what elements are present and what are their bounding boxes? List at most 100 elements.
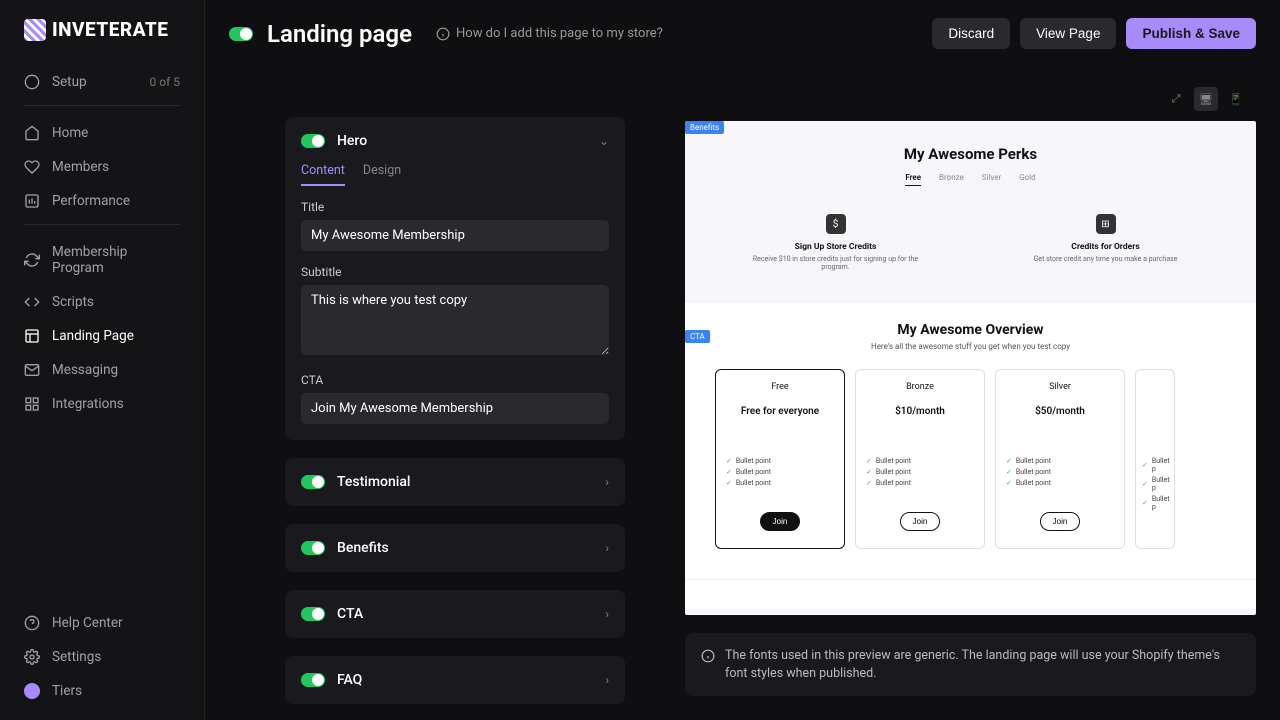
tier-card-free: Free Free for everyone Bullet point Bull… (715, 369, 845, 549)
nav-label: Setup (52, 74, 87, 90)
nav-label: Landing Page (52, 328, 134, 344)
nav-help-center[interactable]: Help Center (12, 606, 192, 640)
nav-tiers[interactable]: Tiers (12, 674, 192, 708)
nav: Setup 0 of 5 Home Members Performance Me… (12, 65, 192, 606)
chevron-down-icon[interactable]: ⌄ (599, 134, 609, 148)
title-input[interactable] (301, 220, 609, 251)
nav-label: Membership Program (52, 244, 180, 276)
editor-column: Hero ⌄ Content Design Title Subtitle Thi… (285, 67, 625, 696)
discard-button[interactable]: Discard (932, 18, 1010, 49)
gear-icon (24, 649, 40, 665)
view-page-button[interactable]: View Page (1020, 18, 1116, 49)
panel-testimonial[interactable]: Testimonial › (285, 458, 625, 506)
benefit-card: ⊞ Credits for Orders Get store credit an… (1021, 214, 1191, 271)
bullet: Bullet point (726, 479, 834, 487)
panel-faq[interactable]: FAQ › (285, 656, 625, 704)
cta-tag: CTA (685, 330, 710, 343)
mobile-view-button[interactable]: 📱 (1224, 87, 1248, 111)
nav-label: Integrations (52, 396, 124, 412)
tier-price: $50/month (1006, 406, 1114, 417)
cta-toggle[interactable] (301, 607, 325, 621)
panel-title: FAQ (337, 672, 362, 688)
title-label: Title (301, 200, 609, 214)
chevron-right-icon[interactable]: › (605, 673, 609, 687)
benefit-tab-bronze[interactable]: Bronze (939, 173, 964, 186)
bullet: Bullet point (866, 457, 974, 465)
preview-toolbar: ⤢ 🖥 📱 (685, 87, 1256, 121)
home-icon (24, 125, 40, 141)
publish-save-button[interactable]: Publish & Save (1126, 18, 1256, 49)
nav-home[interactable]: Home (12, 116, 192, 150)
nav-setup[interactable]: Setup 0 of 5 (12, 65, 192, 99)
nav-label: Performance (52, 193, 130, 209)
cta-title: My Awesome Overview (709, 322, 1232, 338)
nav-label: Members (52, 159, 109, 175)
cta-input[interactable] (301, 393, 609, 424)
panel-header[interactable]: Hero ⌄ (301, 133, 609, 149)
nav-settings[interactable]: Settings (12, 640, 192, 674)
benefit-card-title: Credits for Orders (1021, 242, 1191, 252)
faq-toggle[interactable] (301, 673, 325, 687)
info-icon (436, 27, 450, 41)
circle-icon (24, 74, 40, 90)
page-title: Landing page (267, 20, 412, 48)
panel-header: FAQ › (301, 672, 609, 688)
benefit-tab-gold[interactable]: Gold (1019, 173, 1035, 186)
bullet: Bullet point (1006, 457, 1114, 465)
join-button[interactable]: Join (1040, 512, 1081, 531)
join-button[interactable]: Join (900, 512, 941, 531)
cta-label: CTA (301, 373, 609, 387)
tier-bullets: Bullet p Bullet p Bullet p (1142, 457, 1174, 514)
tier-bullets: Bullet point Bullet point Bullet point (866, 457, 974, 490)
tier-name (1142, 382, 1174, 392)
tier-card-silver: Silver $50/month Bullet point Bullet poi… (995, 369, 1125, 549)
brand-name: INVETERATE (52, 18, 168, 41)
bullet: Bullet point (726, 468, 834, 476)
help-link[interactable]: How do I add this page to my store? (436, 26, 663, 41)
tab-content[interactable]: Content (301, 163, 345, 186)
desktop-view-button[interactable]: 🖥 (1194, 87, 1218, 111)
logo[interactable]: INVETERATE (12, 18, 192, 41)
hero-toggle[interactable] (301, 134, 325, 148)
preview-column: ⤢ 🖥 📱 Benefits My Awesome Perks Free Bro… (685, 67, 1256, 696)
nav-integrations[interactable]: Integrations (12, 387, 192, 421)
tier-price (1142, 406, 1174, 417)
subtitle-input[interactable]: This is where you test copy (301, 285, 609, 355)
page-toggle[interactable] (229, 27, 253, 41)
chevron-right-icon[interactable]: › (605, 541, 609, 555)
tier-name: Silver (1006, 382, 1114, 392)
main: Landing page How do I add this page to m… (205, 0, 1280, 720)
panel-title: CTA (337, 606, 363, 622)
nav-landing-page[interactable]: Landing Page (12, 319, 192, 353)
nav-membership-program[interactable]: Membership Program (12, 235, 192, 285)
expand-button[interactable]: ⤢ (1164, 87, 1188, 111)
refresh-icon (24, 252, 40, 268)
nav-messaging[interactable]: Messaging (12, 353, 192, 387)
heart-icon (24, 159, 40, 175)
chevron-right-icon[interactable]: › (605, 607, 609, 621)
panel-title: Benefits (337, 540, 389, 556)
panel-benefits[interactable]: Benefits › (285, 524, 625, 572)
preview-faq-section (685, 579, 1256, 609)
panel-header: CTA › (301, 606, 609, 622)
nav-performance[interactable]: Performance (12, 184, 192, 218)
benefit-tab-free[interactable]: Free (905, 173, 921, 186)
chevron-right-icon[interactable]: › (605, 475, 609, 489)
panel-header: Benefits › (301, 540, 609, 556)
join-button[interactable]: Join (760, 512, 801, 531)
benefits-toggle[interactable] (301, 541, 325, 555)
bullet: Bullet point (1006, 468, 1114, 476)
panel-hero: Hero ⌄ Content Design Title Subtitle Thi… (285, 117, 625, 440)
nav-members[interactable]: Members (12, 150, 192, 184)
panel-header: Testimonial › (301, 474, 609, 490)
benefit-tab-silver[interactable]: Silver (982, 173, 1001, 186)
bullet: Bullet point (866, 468, 974, 476)
testimonial-toggle[interactable] (301, 475, 325, 489)
benefit-card-title: Sign Up Store Credits (751, 242, 921, 252)
info-icon (701, 649, 715, 663)
panel-cta[interactable]: CTA › (285, 590, 625, 638)
tab-design[interactable]: Design (363, 163, 401, 186)
nav-scripts[interactable]: Scripts (12, 285, 192, 319)
tier-price: Free for everyone (726, 406, 834, 417)
preview-benefits-section: My Awesome Perks Free Bronze Silver Gold… (685, 121, 1256, 301)
